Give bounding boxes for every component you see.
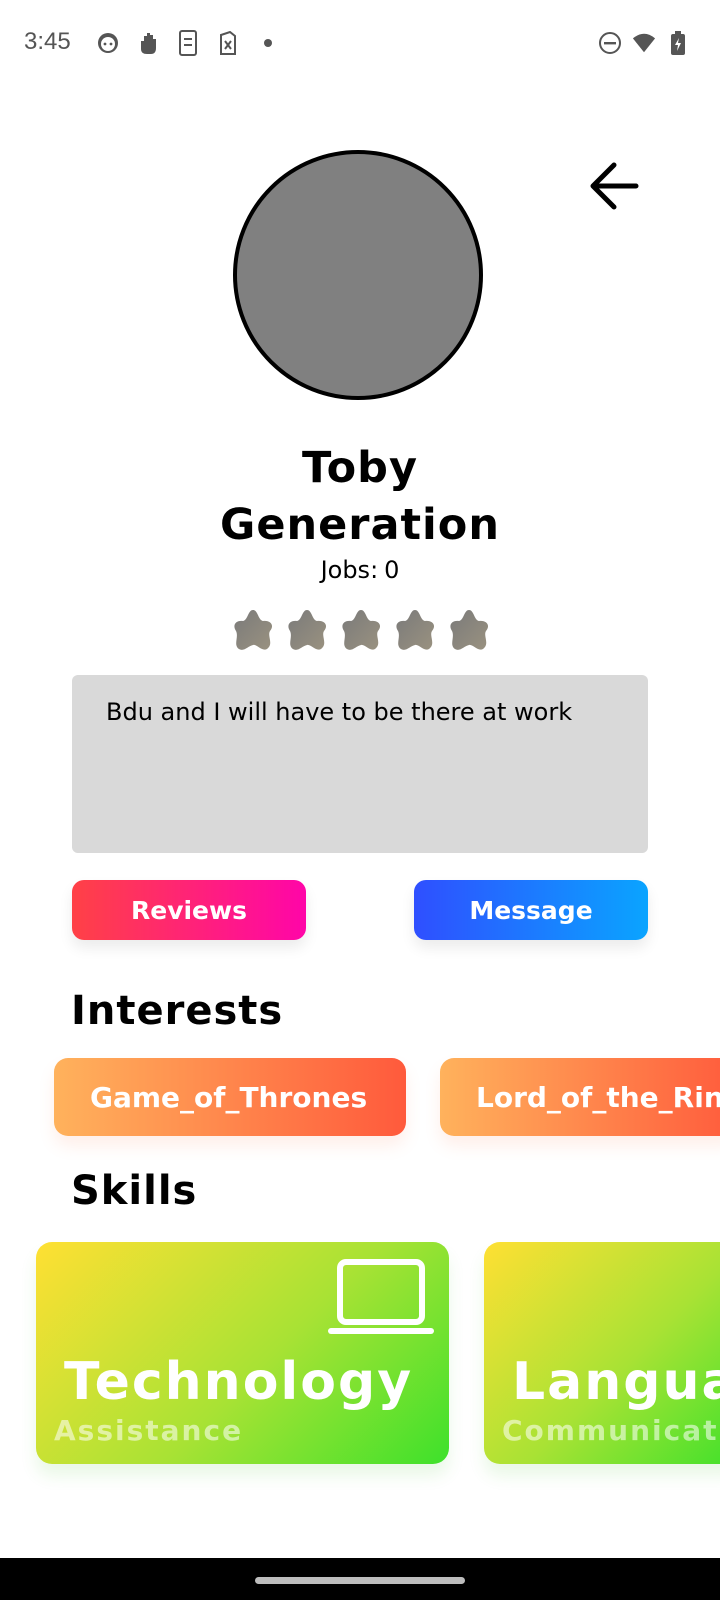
interest-chip[interactable]: Game_of_Thrones [54,1058,406,1136]
jobs-label: Jobs: [320,556,379,584]
rating-stars [230,608,492,654]
star-icon [234,610,273,650]
wifi-icon [632,30,656,56]
arrow-left-icon [590,162,639,210]
hand-icon [136,30,160,56]
message-button[interactable]: Message [414,880,648,940]
star-icon [342,610,381,650]
sim-off-icon [216,30,240,56]
navigation-bar [0,1558,720,1600]
dot-icon [256,30,280,56]
bio-text: Bdu and I will have to be there at work [72,675,648,853]
star-icon [396,610,435,650]
skill-title: Languag [512,1352,720,1412]
do-not-disturb-icon [598,30,622,56]
battery-icon [666,30,690,56]
avatar [233,150,483,400]
skill-card-technology[interactable]: Technology Assistance [36,1242,449,1464]
profile-first-name: Toby [302,443,418,493]
interest-chip[interactable]: Lord_of_the_Rin [440,1058,720,1136]
notification-icons [96,30,280,56]
laptop-icon [328,1259,434,1334]
skill-subtitle: Assistance [54,1414,244,1447]
interests-heading: Interests [71,988,284,1034]
reviews-button[interactable]: Reviews [72,880,306,940]
star-icon [288,610,327,650]
skill-subtitle: Communicatio [502,1414,720,1447]
status-time: 3:45 [24,28,71,55]
system-icons [598,30,690,56]
face-icon [96,30,120,56]
jobs-count: Jobs: 0 [0,556,720,584]
status-bar: 3:45 [0,0,720,90]
clipboard-icon [176,30,200,56]
home-handle[interactable] [255,1577,465,1584]
jobs-value: 0 [384,556,400,584]
profile-last-name: Generation [220,500,500,550]
star-icon [450,610,489,650]
back-button[interactable] [586,160,642,212]
skill-title: Technology [64,1352,414,1412]
skills-heading: Skills [71,1168,198,1214]
skill-card-language[interactable]: Languag Communicatio [484,1242,720,1464]
